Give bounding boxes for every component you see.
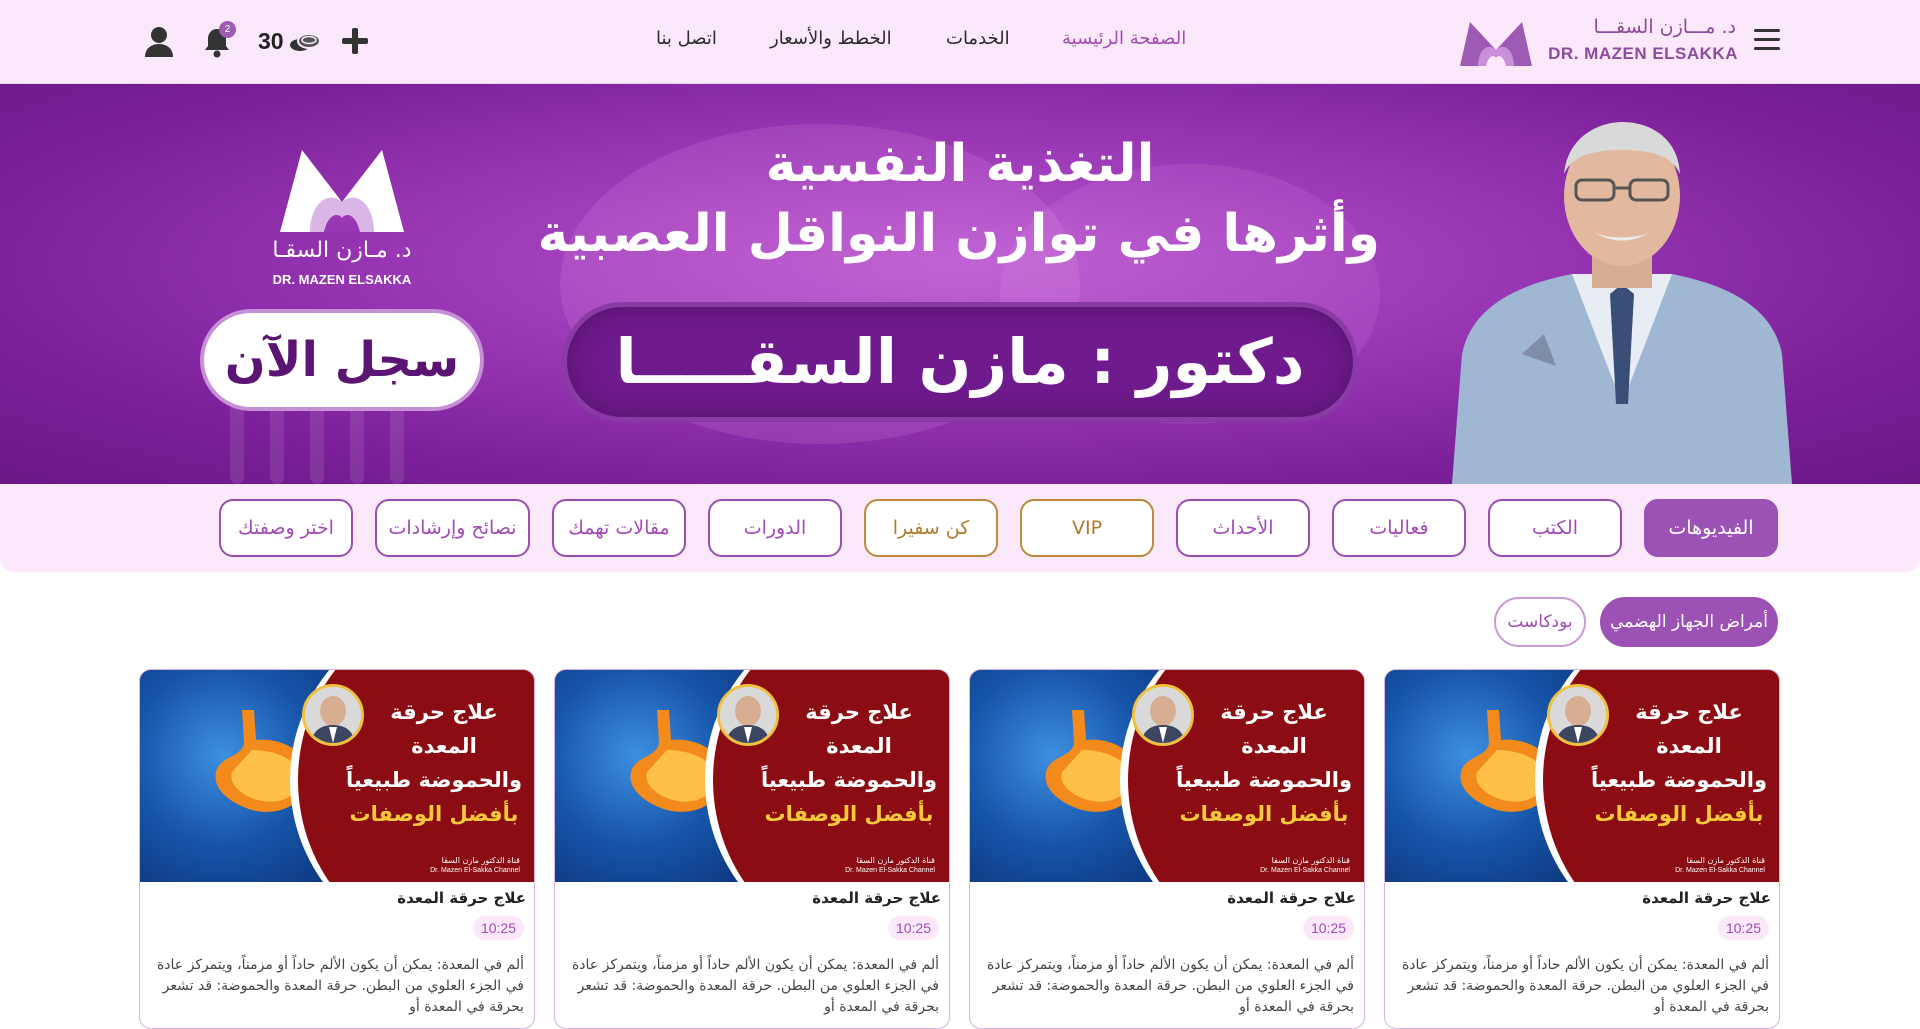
thumbnail-title-line3: والحموضة طبيعياً xyxy=(760,768,938,792)
site-logo[interactable]: د. مـــازن السقـــا DR. MAZEN ELSAKKA xyxy=(1456,14,1738,70)
video-card[interactable]: علاج حرقة المعدة والحموضة طبيعياً بأفضل … xyxy=(139,669,535,1029)
hero-banner[interactable]: د. مـازن السقـا DR. MAZEN ELSAKKA التغذي… xyxy=(0,84,1920,484)
video-description: ألم في المعدة: يمكن أن يكون الألم حاداً … xyxy=(986,957,1354,1015)
category-bar: الفيديوهات الكتب فعاليات الأحداث VIP كن … xyxy=(0,484,1920,572)
video-duration-badge: 10:25 xyxy=(472,916,524,940)
nav-home[interactable]: الصفحة الرئيسية xyxy=(1062,28,1186,49)
logo-text-ar: د. مـــازن السقـــا xyxy=(1593,16,1737,38)
thumbnail-title-line4: بأفضل الوصفات xyxy=(764,802,934,826)
category-vip[interactable]: VIP xyxy=(1020,499,1154,557)
avatar-portrait xyxy=(720,687,776,743)
video-title[interactable]: علاج حرقة المعدة xyxy=(1395,889,1771,907)
header-actions: 30 2 xyxy=(140,20,380,64)
doctor-avatar xyxy=(717,684,779,746)
category-articles[interactable]: مقالات تهمك xyxy=(552,499,686,557)
coins-count: 30 xyxy=(258,28,284,54)
doctor-avatar xyxy=(1132,684,1194,746)
hero-name-banner: دكتور : مازن السقـــــا xyxy=(562,302,1358,422)
nav-plans[interactable]: الخطط والأسعار xyxy=(770,28,892,49)
video-description: ألم في المعدة: يمكن أن يكون الألم حاداً … xyxy=(156,957,524,1015)
logo-mark-icon xyxy=(1460,22,1532,66)
user-icon[interactable] xyxy=(144,26,174,58)
hero-title-line2: وأثرها في توازن النواقل العصبية xyxy=(537,204,1380,264)
thumbnail-title-line1: علاج حرقة xyxy=(1220,700,1328,724)
logo-mark-icon xyxy=(280,150,404,232)
video-duration-badge: 10:25 xyxy=(887,916,939,940)
top-navbar: د. مـــازن السقـــا DR. MAZEN ELSAKKA ال… xyxy=(0,0,1920,84)
subtab-digestive-diseases[interactable]: أمراض الجهاز الهضمي xyxy=(1600,597,1778,647)
thumbnail-title-line3: والحموضة طبيعياً xyxy=(1590,768,1768,792)
video-card[interactable]: علاج حرقة المعدة والحموضة طبيعياً بأفضل … xyxy=(969,669,1365,1029)
video-duration-badge: 10:25 xyxy=(1717,916,1769,940)
thumbnail-channel-en: Dr. Mazen El-Sakka Channel xyxy=(1260,867,1350,874)
video-description: ألم في المعدة: يمكن أن يكون الألم حاداً … xyxy=(571,957,939,1015)
video-thumbnail[interactable]: علاج حرقة المعدة والحموضة طبيعياً بأفضل … xyxy=(140,670,534,882)
thumbnail-title-line2: المعدة xyxy=(1656,734,1722,758)
video-thumbnail[interactable]: علاج حرقة المعدة والحموضة طبيعياً بأفضل … xyxy=(970,670,1364,882)
thumbnail-title-line1: علاج حرقة xyxy=(390,700,498,724)
avatar-portrait xyxy=(305,687,361,743)
video-thumbnail[interactable]: علاج حرقة المعدة والحموضة طبيعياً بأفضل … xyxy=(555,670,949,882)
video-thumbnail[interactable]: علاج حرقة المعدة والحموضة طبيعياً بأفضل … xyxy=(1385,670,1779,882)
thumbnail-title-line2: المعدة xyxy=(411,734,477,758)
thumbnail-channel-ar: قناة الدكتور مازن السقا xyxy=(1686,856,1765,865)
category-books[interactable]: الكتب xyxy=(1488,499,1622,557)
thumbnail-channel-ar: قناة الدكتور مازن السقا xyxy=(441,856,520,865)
thumbnail-channel-en: Dr. Mazen El-Sakka Channel xyxy=(845,867,935,874)
thumbnail-channel-ar: قناة الدكتور مازن السقا xyxy=(1271,856,1350,865)
thumbnail-title-line1: علاج حرقة xyxy=(1635,700,1743,724)
category-courses[interactable]: الدورات xyxy=(708,499,842,557)
doctor-avatar xyxy=(302,684,364,746)
category-activities[interactable]: فعاليات xyxy=(1332,499,1466,557)
video-title[interactable]: علاج حرقة المعدة xyxy=(150,889,526,907)
nav-services[interactable]: الخدمات xyxy=(946,28,1010,49)
video-title[interactable]: علاج حرقة المعدة xyxy=(980,889,1356,907)
hero-logo-text-en: DR. MAZEN ELSAKKA xyxy=(272,272,412,287)
category-tips[interactable]: نصائح وإرشادات xyxy=(375,499,530,557)
video-title[interactable]: علاج حرقة المعدة xyxy=(565,889,941,907)
video-card[interactable]: علاج حرقة المعدة والحموضة طبيعياً بأفضل … xyxy=(1384,669,1780,1029)
thumbnail-channel-en: Dr. Mazen El-Sakka Channel xyxy=(1675,867,1765,874)
register-now-button[interactable]: سجل الآن xyxy=(200,309,484,411)
doctor-portrait xyxy=(1452,122,1792,484)
category-ambassador[interactable]: كن سفيرا xyxy=(864,499,998,557)
doctor-avatar xyxy=(1547,684,1609,746)
thumbnail-channel-ar: قناة الدكتور مازن السقا xyxy=(856,856,935,865)
thumbnail-title-line2: المعدة xyxy=(1241,734,1307,758)
nav-contact[interactable]: اتصل بنا xyxy=(656,28,717,49)
thumbnail-title-line3: والحموضة طبيعياً xyxy=(1175,768,1353,792)
category-events[interactable]: الأحداث xyxy=(1176,499,1310,557)
logo-text-en: DR. MAZEN ELSAKKA xyxy=(1548,44,1738,63)
thumbnail-title-line4: بأفضل الوصفات xyxy=(1179,802,1349,826)
thumbnail-title-line4: بأفضل الوصفات xyxy=(349,802,519,826)
notification-badge: 2 xyxy=(219,21,236,38)
hero-title-line1: التغذية النفسية xyxy=(765,134,1155,194)
register-now-label: سجل الآن xyxy=(224,332,460,388)
avatar-portrait xyxy=(1550,687,1606,743)
menu-icon[interactable] xyxy=(1754,29,1780,51)
add-icon[interactable] xyxy=(340,26,370,56)
main-nav: الصفحة الرئيسية الخدمات الخطط والأسعار ا… xyxy=(640,28,1210,58)
thumbnail-title-line1: علاج حرقة xyxy=(805,700,913,724)
thumbnail-title-line3: والحموضة طبيعياً xyxy=(345,768,523,792)
thumbnail-title-line4: بأفضل الوصفات xyxy=(1594,802,1764,826)
category-recipes[interactable]: اختر وصفتك xyxy=(219,499,353,557)
video-description: ألم في المعدة: يمكن أن يكون الألم حاداً … xyxy=(1401,957,1769,1015)
hero-doctor-name: دكتور : مازن السقـــــا xyxy=(615,325,1305,398)
coins-icon xyxy=(290,33,321,51)
category-videos[interactable]: الفيديوهات xyxy=(1644,499,1778,557)
subtab-podcast[interactable]: بودكاست xyxy=(1494,597,1586,647)
thumbnail-channel-en: Dr. Mazen El-Sakka Channel xyxy=(430,867,520,874)
avatar-portrait xyxy=(1135,687,1191,743)
thumbnail-title-line2: المعدة xyxy=(826,734,892,758)
video-duration-badge: 10:25 xyxy=(1302,916,1354,940)
hero-logo-text-ar: د. مـازن السقـا xyxy=(272,238,412,263)
video-card[interactable]: علاج حرقة المعدة والحموضة طبيعياً بأفضل … xyxy=(554,669,950,1029)
